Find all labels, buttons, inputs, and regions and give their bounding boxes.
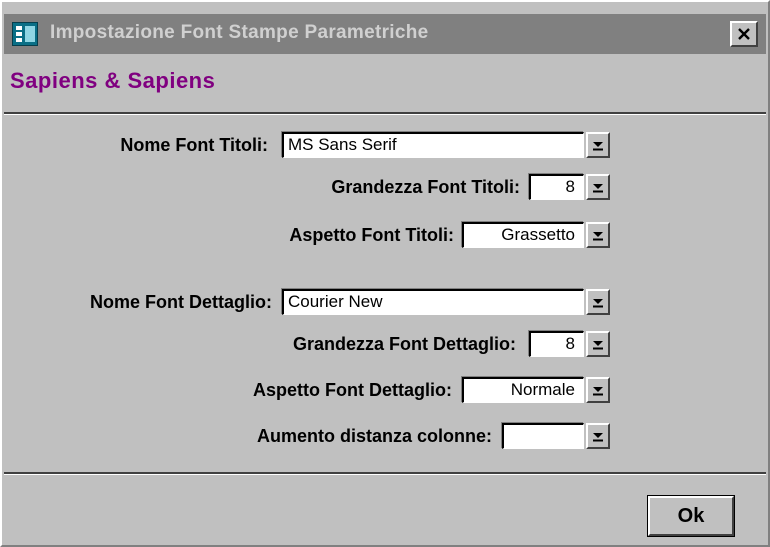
dropdown-arrow-icon — [593, 232, 603, 241]
grandezza-font-dettaglio-label: Grandezza Font Dettaglio: — [292, 334, 516, 354]
aspetto-font-titoli-dropdown-button[interactable] — [586, 222, 610, 248]
nome-font-titoli-combo[interactable]: MS Sans Serif — [282, 132, 584, 158]
dropdown-arrow-icon — [593, 142, 603, 151]
window-title: Impostazione Font Stampe Parametriche — [50, 22, 429, 43]
dropdown-arrow-icon — [593, 341, 603, 350]
grandezza-font-titoli-combo[interactable]: 8 — [529, 174, 584, 200]
nome-font-dettaglio-combo[interactable]: Courier New — [282, 289, 584, 315]
aspetto-font-titoli-label: Aspetto Font Titoli: — [289, 225, 454, 245]
company-heading: Sapiens & Sapiens — [10, 68, 216, 93]
nome-font-titoli-dropdown-button[interactable] — [586, 132, 610, 158]
top-divider — [4, 112, 766, 115]
dropdown-arrow-icon — [593, 299, 603, 308]
nome-font-dettaglio-label: Nome Font Dettaglio: — [90, 292, 272, 312]
aumento-distanza-colonne-dropdown-button[interactable] — [586, 423, 610, 449]
app-form-icon — [12, 22, 38, 46]
aspetto-font-titoli-combo[interactable]: Grassetto — [462, 222, 584, 248]
grandezza-font-titoli-dropdown-button[interactable] — [586, 174, 610, 200]
dropdown-arrow-icon — [593, 433, 603, 442]
nome-font-titoli-label: Nome Font Titoli: — [120, 135, 268, 155]
aspetto-font-dettaglio-label: Aspetto Font Dettaglio: — [253, 380, 452, 400]
dialog-window: Impostazione Font Stampe Parametriche Sa… — [0, 0, 770, 547]
title-bar[interactable]: Impostazione Font Stampe Parametriche — [4, 14, 766, 54]
dropdown-arrow-icon — [593, 184, 603, 193]
grandezza-font-titoli-label: Grandezza Font Titoli: — [331, 177, 520, 197]
aspetto-font-dettaglio-dropdown-button[interactable] — [586, 377, 610, 403]
grandezza-font-dettaglio-dropdown-button[interactable] — [586, 331, 610, 357]
aumento-distanza-colonne-label: Aumento distanza colonne: — [256, 426, 492, 446]
grandezza-font-dettaglio-combo[interactable]: 8 — [529, 331, 584, 357]
close-button[interactable] — [730, 21, 758, 47]
ok-button[interactable]: Ok — [647, 495, 735, 537]
bottom-divider — [4, 472, 766, 475]
aumento-distanza-colonne-combo[interactable] — [502, 423, 584, 449]
aspetto-font-dettaglio-combo[interactable]: Normale — [462, 377, 584, 403]
close-icon — [738, 28, 750, 40]
dropdown-arrow-icon — [593, 387, 603, 396]
nome-font-dettaglio-dropdown-button[interactable] — [586, 289, 610, 315]
